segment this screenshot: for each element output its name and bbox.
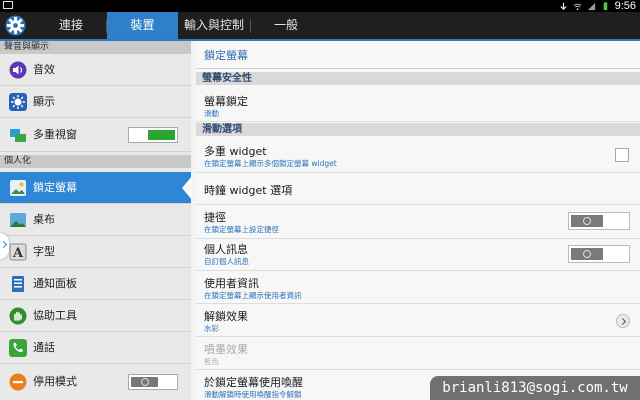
setting-subtitle: 滑動 xyxy=(204,109,219,118)
lockscreen-icon xyxy=(10,180,26,196)
font-icon: A xyxy=(9,243,27,261)
setting-title: 多重 widget xyxy=(204,145,267,158)
sidebar-item-label: 鎖定螢幕 xyxy=(33,181,77,194)
sidebar-item-blocking-mode[interactable]: 停用模式 xyxy=(0,364,191,400)
lockscreen-settings-panel: 鎖定螢幕 螢幕安全性 螢幕鎖定 滑動 滑動選項 多重 widget 在鎖定螢幕上… xyxy=(196,41,640,400)
sidebar-item-label: 桌布 xyxy=(33,213,55,226)
clock-time: 9:56 xyxy=(614,0,636,12)
brightness-icon xyxy=(9,93,27,111)
sidebar-item-sound[interactable]: 音效 xyxy=(0,54,191,86)
sidebar-item-label: 停用模式 xyxy=(33,375,77,388)
setting-subtitle: 在鎖定螢幕上設定捷徑 xyxy=(204,225,279,234)
setting-title: 使用者資訊 xyxy=(204,277,259,290)
personal-message-toggle[interactable] xyxy=(568,245,630,263)
battery-icon xyxy=(603,1,607,10)
setting-multiple-widgets[interactable]: 多重 widget 在鎖定螢幕上顯示多個鎖定螢幕 widget xyxy=(196,137,640,173)
multiwindow-icon xyxy=(10,129,26,142)
sidebar-item-lockscreen[interactable]: 鎖定螢幕 xyxy=(0,172,192,204)
blocking-mode-icon xyxy=(9,373,27,391)
sidebar-item-notification-panel[interactable]: 通知面板 xyxy=(0,268,191,300)
setting-title: 時鐘 widget 選項 xyxy=(204,184,293,197)
setting-personal-message[interactable]: 個人訊息 自訂個人訊息 xyxy=(196,239,640,271)
watermark: brianli813@sogi.com.tw xyxy=(430,376,640,400)
sidebar-item-label: 顯示 xyxy=(33,95,55,108)
page-title: 鎖定螢幕 xyxy=(204,49,248,62)
sidebar-item-label: 通知面板 xyxy=(33,277,77,290)
setting-title: 解鎖效果 xyxy=(204,310,248,323)
chevron-right-icon[interactable] xyxy=(616,314,630,328)
setting-title: 於鎖定螢幕使用喚醒 xyxy=(204,376,303,389)
toggle-on-thumb xyxy=(148,130,175,140)
signal-icon xyxy=(587,2,595,10)
tab-controls[interactable]: 輸入與控制 xyxy=(178,12,250,39)
sidebar-item-font[interactable]: A 字型 xyxy=(0,236,191,268)
settings-gear-icon[interactable] xyxy=(4,14,27,37)
setting-clock-widget-options[interactable]: 時鐘 widget 選項 xyxy=(196,173,640,205)
accessibility-hand-icon xyxy=(9,307,27,325)
setting-owner-information[interactable]: 使用者資訊 在鎖定螢幕上顯示使用者資訊 xyxy=(196,271,640,304)
sidebar-item-label: 通話 xyxy=(33,341,55,354)
toggle-off-thumb xyxy=(131,377,158,387)
setting-title: 螢幕鎖定 xyxy=(204,95,248,108)
sidebar-item-wallpaper[interactable]: 桌布 xyxy=(0,204,191,236)
wallpaper-icon xyxy=(10,213,26,227)
blocking-mode-toggle[interactable] xyxy=(128,374,178,390)
title-divider xyxy=(196,68,640,69)
setting-title: 個人訊息 xyxy=(204,243,248,256)
sidebar-item-label: 協助工具 xyxy=(33,309,77,322)
notification-panel-icon xyxy=(12,276,24,292)
category-sound-display: 聲音與顯示 xyxy=(0,41,191,54)
sidebar-item-multiwindow[interactable]: 多重視窗 xyxy=(0,118,191,152)
image-icon xyxy=(3,1,13,9)
sidebar-item-label: 字型 xyxy=(33,245,55,258)
settings-sidebar: 聲音與顯示 音效 顯示 多重視窗 個人化 鎖定螢幕 桌布 A 字型 通知面板 協… xyxy=(0,41,192,400)
selection-arrow xyxy=(182,176,192,200)
phone-icon xyxy=(9,339,27,357)
setting-subtitle: 自訂個人訊息 xyxy=(204,257,249,266)
sidebar-item-accessibility[interactable]: 協助工具 xyxy=(0,300,191,332)
setting-subtitle: 藍色 xyxy=(204,357,219,366)
sidebar-item-label: 音效 xyxy=(33,63,55,76)
tab-device[interactable]: 裝置 xyxy=(107,12,178,39)
section-screen-security: 螢幕安全性 xyxy=(196,72,640,85)
status-bar: 9:56 xyxy=(0,0,640,12)
category-personalization: 個人化 xyxy=(0,155,191,168)
wifi-icon xyxy=(573,3,581,10)
tab-connections[interactable]: 連接 xyxy=(36,12,106,39)
svg-text:A: A xyxy=(12,246,24,261)
speaker-icon xyxy=(9,61,27,79)
section-swipe-options: 滑動選項 xyxy=(196,123,640,136)
setting-ink-effect: 噴墨效果 藍色 xyxy=(196,337,640,370)
setting-subtitle: 在鎖定螢幕上顯示使用者資訊 xyxy=(204,291,302,300)
setting-shortcuts[interactable]: 捷徑 在鎖定螢幕上設定捷徑 xyxy=(196,205,640,239)
setting-subtitle: 在鎖定螢幕上顯示多個鎖定螢幕 widget xyxy=(204,159,337,168)
setting-unlock-effect[interactable]: 解鎖效果 水彩 xyxy=(196,304,640,337)
setting-subtitle: 滑動解鎖時使用喚醒指令解鎖 xyxy=(204,390,302,399)
setting-title: 捷徑 xyxy=(204,211,226,224)
toggle-off-thumb xyxy=(571,248,603,260)
tab-general[interactable]: 一般 xyxy=(251,12,321,39)
setting-subtitle: 水彩 xyxy=(204,324,219,333)
multiple-widgets-checkbox[interactable] xyxy=(615,148,629,162)
settings-tab-bar: 連接 裝置 輸入與控制 一般 xyxy=(0,12,640,41)
shortcuts-toggle[interactable] xyxy=(568,212,630,230)
setting-screen-lock[interactable]: 螢幕鎖定 滑動 xyxy=(196,85,640,122)
download-icon xyxy=(559,2,567,10)
setting-title: 噴墨效果 xyxy=(204,343,248,356)
sidebar-item-call[interactable]: 通話 xyxy=(0,332,191,364)
multiwindow-toggle[interactable] xyxy=(128,127,178,143)
sidebar-item-label: 多重視窗 xyxy=(33,128,77,141)
toggle-off-thumb xyxy=(571,215,603,227)
sidebar-item-display[interactable]: 顯示 xyxy=(0,86,191,118)
